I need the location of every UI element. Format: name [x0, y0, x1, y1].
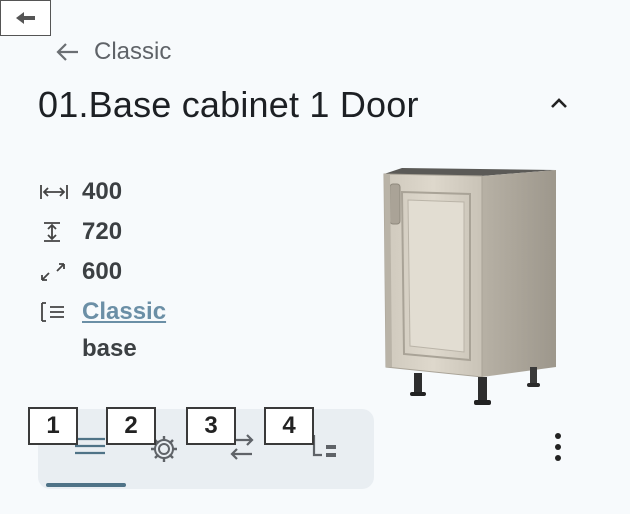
- kebab-menu-icon[interactable]: [546, 430, 570, 466]
- tab-number: 1: [28, 407, 78, 445]
- breadcrumb-label: Classic: [94, 38, 172, 65]
- style-link[interactable]: Classic: [82, 298, 166, 326]
- tab-number: 3: [186, 407, 236, 445]
- width-icon: [40, 185, 68, 199]
- tab-number: 4: [264, 407, 314, 445]
- cabinet-image: [383, 168, 556, 405]
- spec-list: 400 720 600 Classic: [38, 172, 166, 332]
- spec-width: 400: [38, 172, 166, 212]
- arrow-left-icon: [15, 12, 35, 24]
- list-icon: [41, 302, 64, 322]
- tab-4[interactable]: 4: [264, 407, 358, 489]
- tabs-bar: 1 2 3 4: [28, 407, 374, 489]
- width-value: 400: [82, 178, 123, 205]
- depth-value: 600: [82, 258, 123, 285]
- depth-icon: [41, 263, 65, 281]
- spec-depth: 600: [38, 252, 166, 292]
- page-title: 01.Base cabinet 1 Door: [38, 84, 419, 125]
- tab-number: 2: [106, 407, 156, 445]
- back-button[interactable]: [0, 0, 51, 36]
- breadcrumb[interactable]: Classic: [56, 38, 171, 66]
- height-value: 720: [82, 218, 123, 245]
- height-icon: [44, 222, 60, 242]
- chevron-up-icon[interactable]: [548, 92, 570, 114]
- active-tab-indicator: [46, 483, 126, 487]
- arrow-left-icon: [56, 43, 78, 61]
- type-value: base: [82, 335, 137, 362]
- spec-style: Classic: [38, 292, 166, 332]
- spec-height: 720: [38, 212, 166, 252]
